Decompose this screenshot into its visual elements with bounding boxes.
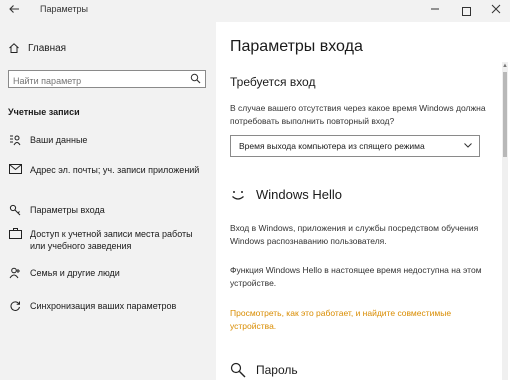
windows-hello-header: Windows Hello <box>230 187 342 202</box>
close-icon <box>491 4 501 14</box>
sidebar-item-label: Ваши данные <box>30 135 88 145</box>
minimize-button[interactable] <box>420 0 450 22</box>
search-input[interactable] <box>9 73 183 89</box>
dropdown-value: Время выхода компьютера из спящего режим… <box>239 141 425 151</box>
sidebar-item-label: Семья и другие люди <box>30 268 120 278</box>
smiley-icon <box>232 190 244 200</box>
require-signin-description: В случае вашего отсутствия через какое в… <box>230 103 486 126</box>
scroll-up-icon[interactable]: ▲ <box>502 62 508 70</box>
search-icon[interactable] <box>190 73 201 84</box>
sidebar-item-label: Доступ к учетной записи места работы или… <box>30 229 193 251</box>
sidebar-item-label: Параметры входа <box>30 205 105 215</box>
page-title: Параметры входа <box>230 38 363 55</box>
windows-hello-description: Вход в Windows, приложения и службы поср… <box>230 223 479 246</box>
close-button[interactable] <box>481 0 510 22</box>
user-card-icon <box>8 134 22 146</box>
sidebar-item-sign-in-options[interactable]: Параметры входа <box>0 204 216 216</box>
password-heading: Пароль <box>256 363 298 377</box>
require-signin-heading: Требуется вход <box>230 75 316 89</box>
sidebar-item-family[interactable]: Семья и другие люди <box>0 267 216 279</box>
sidebar-item-email[interactable]: Адрес эл. почты; уч. записи приложений <box>0 164 216 176</box>
windows-hello-unavailable: Функция Windows Hello в настоящее время … <box>230 265 482 288</box>
back-arrow-icon[interactable] <box>6 3 22 19</box>
sidebar-item-your-info[interactable]: Ваши данные <box>0 134 216 146</box>
main-content: Параметры входа Требуется вход В случае … <box>216 22 510 380</box>
mail-icon <box>8 164 22 174</box>
sync-icon <box>8 300 22 312</box>
sidebar-item-label: Синхронизация ваших параметров <box>30 301 177 311</box>
sidebar-item-work-access[interactable]: Доступ к учетной записи места работы или… <box>0 228 216 252</box>
sidebar-home[interactable]: Главная <box>8 42 66 54</box>
window-title: Параметры <box>40 4 88 14</box>
windows-hello-link[interactable]: Просмотреть, как это работает, и найдите… <box>230 307 490 333</box>
home-label: Главная <box>28 42 67 54</box>
sidebar: Главная Учетные записи Ваши данные Адрес… <box>0 22 216 380</box>
signin-timeout-dropdown[interactable]: Время выхода компьютера из спящего режим… <box>230 135 480 157</box>
people-icon <box>8 267 22 279</box>
search-field[interactable] <box>8 70 206 89</box>
scrollbar-thumb[interactable] <box>503 72 507 157</box>
chevron-down-icon <box>463 137 473 157</box>
sidebar-item-label: Адрес эл. почты; уч. записи приложений <box>30 165 200 175</box>
settings-window: Параметры Главная Учетные записи Ваши да… <box>0 0 510 380</box>
windows-hello-heading: Windows Hello <box>256 187 342 202</box>
key-search-icon <box>230 362 246 378</box>
section-title: Учетные записи <box>8 107 80 117</box>
password-header: Пароль <box>230 362 298 378</box>
title-bar: Параметры <box>0 0 510 22</box>
minimize-icon <box>431 8 439 10</box>
maximize-icon <box>461 6 471 16</box>
key-icon <box>8 204 22 216</box>
maximize-button[interactable] <box>451 0 481 22</box>
home-icon <box>9 43 19 53</box>
briefcase-icon <box>8 228 22 239</box>
sidebar-item-sync[interactable]: Синхронизация ваших параметров <box>0 300 216 312</box>
